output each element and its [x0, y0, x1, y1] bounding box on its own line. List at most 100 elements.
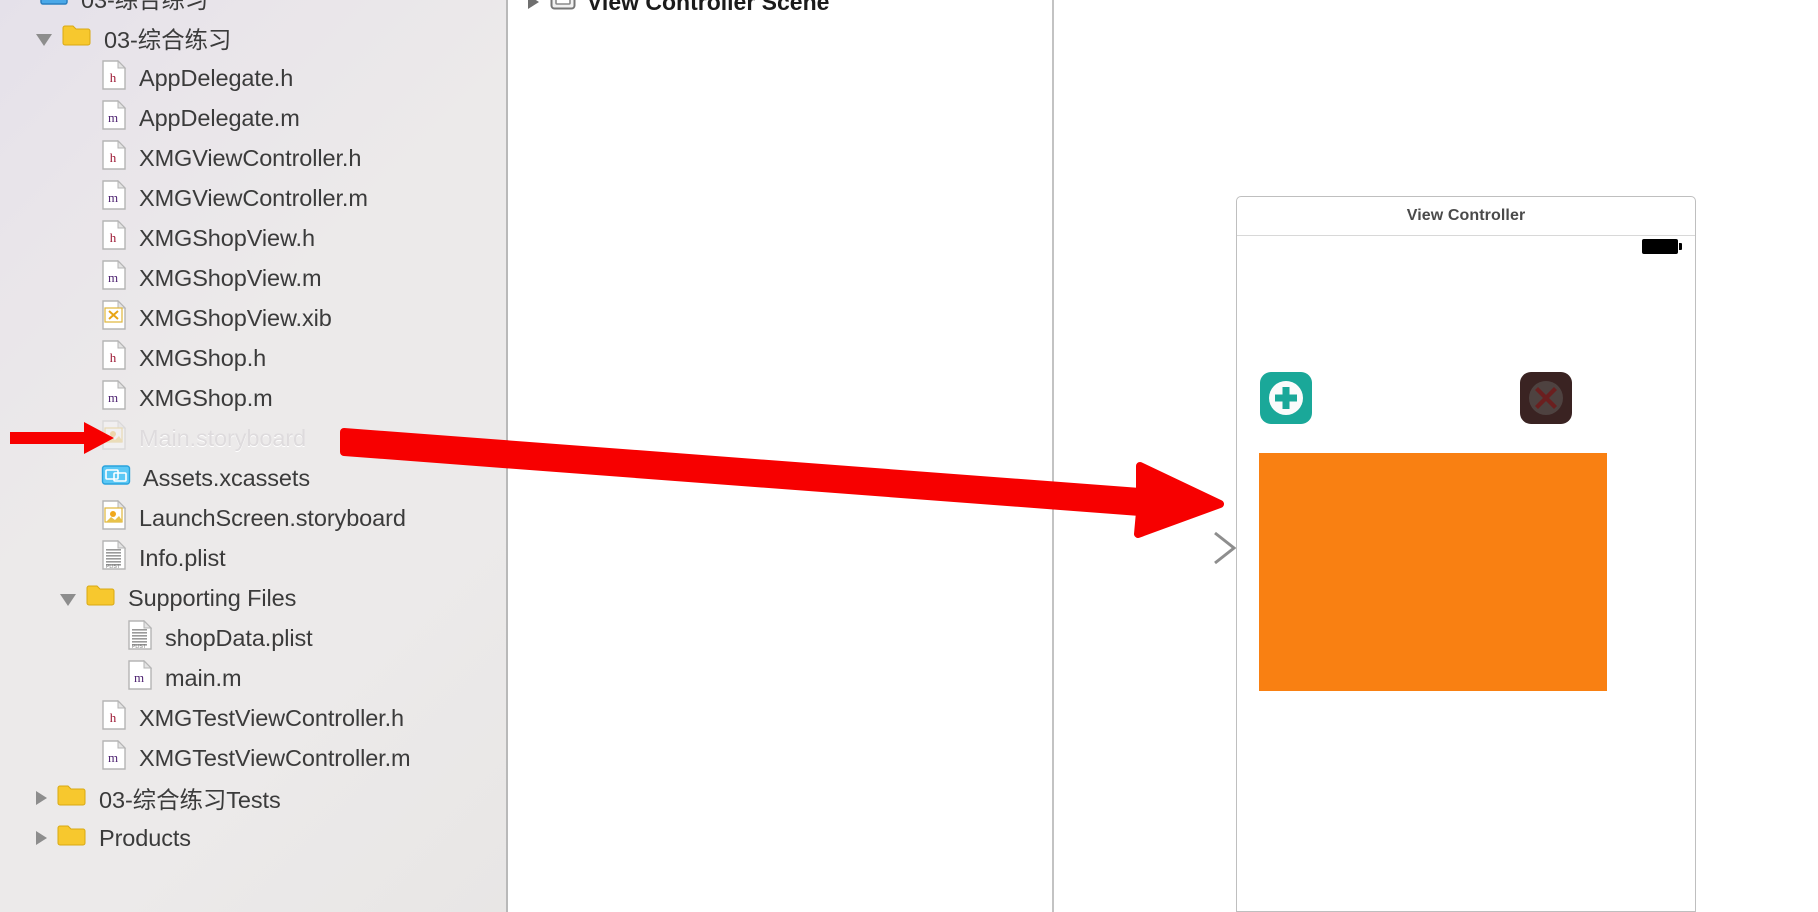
nav-row-label: shopData.plist — [165, 624, 313, 651]
plus-circle-icon — [1269, 381, 1303, 415]
nav-row-xmgtestvc-m[interactable]: m XMGTestViewController.m — [0, 738, 508, 778]
nav-row-project-root[interactable]: 03-综合练习 — [0, 0, 508, 18]
nav-row-label: XMGViewController.m — [139, 184, 368, 211]
nav-row-label: XMGShopView.h — [139, 224, 315, 251]
nav-row-label: XMGShop.m — [139, 384, 273, 411]
svg-text:PLIST: PLIST — [106, 564, 120, 570]
project-icon — [39, 0, 69, 13]
nav-row-appdelegate-m[interactable]: m AppDelegate.m — [0, 98, 508, 138]
nav-row-info-plist[interactable]: PLIST Info.plist — [0, 538, 508, 578]
nav-row-xmgtestvc-h[interactable]: h XMGTestViewController.h — [0, 698, 508, 738]
header-file-icon: h — [101, 219, 127, 256]
nav-row-appdelegate-h[interactable]: h AppDelegate.h — [0, 58, 508, 98]
source-file-icon: m — [101, 99, 127, 136]
folder-icon — [57, 783, 87, 813]
nav-row-xmgshopview-m[interactable]: m XMGShopView.m — [0, 258, 508, 298]
source-file-icon: m — [101, 179, 127, 216]
nav-row-products-group[interactable]: Products — [0, 818, 508, 858]
header-file-icon: h — [101, 699, 127, 736]
folder-icon — [62, 23, 92, 53]
nav-row-label: 03-综合练习 — [104, 27, 232, 53]
nav-row-label: AppDelegate.m — [139, 104, 300, 131]
chevron-down-icon[interactable] — [36, 33, 52, 46]
nav-row-label: 03-综合练习 — [81, 0, 209, 13]
svg-text:h: h — [110, 150, 117, 165]
chevron-right-icon[interactable] — [528, 0, 539, 9]
nav-row-label: XMGViewController.h — [139, 144, 362, 171]
header-file-icon: h — [101, 339, 127, 376]
plist-file-icon: PLIST — [101, 539, 127, 576]
nav-row-supporting-files[interactable]: Supporting Files — [0, 578, 508, 618]
chevron-right-icon[interactable] — [36, 831, 47, 845]
nav-row-xmgshop-h[interactable]: h XMGShop.h — [0, 338, 508, 378]
source-file-icon: m — [101, 259, 127, 296]
svg-text:m: m — [108, 750, 118, 765]
nav-row-group-main[interactable]: 03-综合练习 — [0, 18, 508, 58]
svg-text:m: m — [108, 190, 118, 205]
nav-row-shopdata-plist[interactable]: PLIST shopData.plist — [0, 618, 508, 658]
nav-row-label: Info.plist — [139, 544, 226, 571]
chevron-down-icon[interactable] — [60, 593, 76, 606]
battery-icon — [1642, 239, 1682, 254]
nav-row-main-m[interactable]: m main.m — [0, 658, 508, 698]
nav-row-xmgshopview-h[interactable]: h XMGShopView.h — [0, 218, 508, 258]
svg-text:h: h — [110, 710, 117, 725]
device-view-controller[interactable]: View Controller — [1236, 196, 1696, 912]
chevron-right-icon[interactable] — [36, 791, 47, 805]
nav-row-label: main.m — [165, 664, 242, 691]
svg-text:h: h — [110, 350, 117, 365]
svg-text:h: h — [110, 230, 117, 245]
nav-row-label: Products — [99, 824, 191, 851]
folder-icon — [57, 823, 87, 853]
svg-text:PLIST: PLIST — [132, 644, 146, 650]
nav-row-xmgshop-m[interactable]: m XMGShop.m — [0, 378, 508, 418]
folder-icon — [86, 583, 116, 613]
nav-row-label: XMGShopView.m — [139, 264, 322, 291]
header-file-icon: h — [101, 139, 127, 176]
nav-row-label: 03-综合练习Tests — [99, 787, 281, 813]
nav-row-tests-group[interactable]: 03-综合练习Tests — [0, 778, 508, 818]
nav-row-label: XMGShop.h — [139, 344, 267, 371]
outline-scene-label: View Controller Scene — [587, 0, 830, 15]
nav-row-label: XMGShopView.xib — [139, 304, 332, 331]
plist-file-icon: PLIST — [127, 619, 153, 656]
close-circle-icon — [1529, 381, 1563, 415]
nav-row-xmgviewcontroller-m[interactable]: m XMGViewController.m — [0, 178, 508, 218]
nav-row-xmgviewcontroller-h[interactable]: h XMGViewController.h — [0, 138, 508, 178]
svg-text:m: m — [134, 670, 144, 685]
device-title-label: View Controller — [1406, 207, 1526, 224]
source-file-icon: m — [101, 739, 127, 776]
nav-row-label: Supporting Files — [128, 584, 297, 611]
source-file-icon: m — [127, 659, 153, 696]
nav-row-label: XMGTestViewController.m — [139, 744, 411, 771]
xib-file-icon — [101, 299, 127, 336]
nav-row-xmgshopview-xib[interactable]: XMGShopView.xib — [0, 298, 508, 338]
remove-button[interactable] — [1520, 372, 1572, 424]
view-controller-scene-icon — [550, 0, 576, 18]
add-button[interactable] — [1260, 372, 1312, 424]
assets-catalog-icon — [101, 463, 131, 493]
svg-text:m: m — [108, 390, 118, 405]
svg-text:m: m — [108, 270, 118, 285]
outline-row-view-controller-scene[interactable]: View Controller Scene — [528, 0, 829, 18]
nav-row-label: AppDelegate.h — [139, 64, 294, 91]
orange-content-view[interactable] — [1259, 453, 1607, 691]
svg-text:m: m — [108, 110, 118, 125]
svg-text:h: h — [110, 70, 117, 85]
